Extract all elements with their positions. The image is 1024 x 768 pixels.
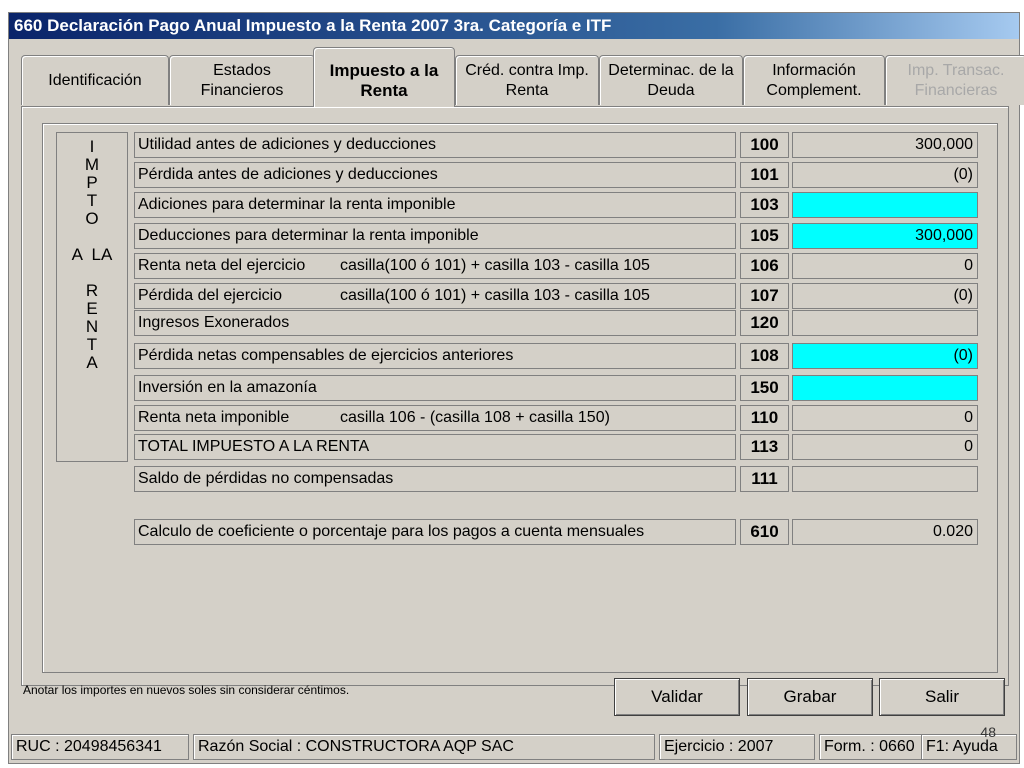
row-code: 113: [740, 434, 789, 460]
row-formula: casilla(100 ó 101) + casilla 103 - casil…: [340, 257, 650, 274]
row-label: Pérdida netas compensables de ejercicios…: [134, 343, 736, 369]
row-code: 120: [740, 310, 789, 336]
row-label-text: Pérdida del ejercicio: [138, 287, 283, 304]
tab-label: Información Complement.: [766, 62, 862, 99]
row-code: 105: [740, 223, 789, 249]
row-label: Saldo de pérdidas no compensadas: [134, 466, 736, 492]
tab-informacion-complement[interactable]: Información Complement.: [743, 55, 885, 105]
row-label: Renta neta imponible casilla 106 - (casil…: [134, 405, 736, 431]
grabar-button[interactable]: Grabar: [747, 678, 873, 716]
tab-label: Identificación: [48, 72, 142, 89]
row-label: TOTAL IMPUESTO A LA RENTA: [134, 434, 736, 460]
status-ejercicio: Ejercicio : 2007: [659, 734, 815, 760]
row-label: Utilidad antes de adiciones y deduccione…: [134, 132, 736, 158]
status-form: Form. : 0660: [819, 734, 923, 760]
tab-panel: I M P T O A LA R E N T A Utilidad antes …: [21, 106, 1009, 686]
side-label-impto-a-la-renta: I M P T O A LA R E N T A: [56, 132, 128, 462]
tab-label: Imp. Transac. Financieras: [907, 62, 1005, 99]
row-code: 101: [740, 162, 789, 188]
tab-determinac-deuda[interactable]: Determinac. de la Deuda: [599, 55, 743, 105]
row-label: Pérdida del ejercicio casilla(100 ó 101) …: [134, 283, 736, 309]
row-code: 107: [740, 283, 789, 309]
row-code: 108: [740, 343, 789, 369]
row-label-text: TOTAL IMPUESTO A LA RENTA: [138, 438, 370, 455]
row-label-text: Renta neta imponible: [138, 409, 290, 426]
value-field-120: [792, 310, 978, 336]
row-label-text: Ingresos Exonerados: [138, 314, 290, 331]
input-field-103[interactable]: [792, 192, 978, 218]
tab-label: Estados Financieros: [200, 62, 284, 99]
row-label-text: Renta neta del ejercicio: [138, 257, 306, 274]
row-label: Ingresos Exonerados: [134, 310, 736, 336]
row-code: 103: [740, 192, 789, 218]
value-field-101: (0): [792, 162, 978, 188]
row-label: Pérdida antes de adiciones y deducciones: [134, 162, 736, 188]
row-label: Inversión en la amazonía: [134, 375, 736, 401]
status-razon-social: Razón Social : CONSTRUCTORA AQP SAC: [193, 734, 655, 760]
tab-identificacion[interactable]: Identificación: [21, 55, 169, 105]
window-title: 660 Declaración Pago Anual Impuesto a la…: [9, 13, 1019, 39]
tab-label: Determinac. de la Deuda: [608, 62, 734, 99]
status-ruc: RUC : 20498456341: [11, 734, 189, 760]
row-label-text: Deducciones para determinar la renta imp…: [138, 227, 479, 244]
value-field-107: (0): [792, 283, 978, 309]
row-formula: casilla 106 - (casilla 108 + casilla 150…: [340, 409, 610, 426]
tab-cred-contra-imp[interactable]: Créd. contra Imp. Renta: [455, 55, 599, 105]
tab-imp-transac-financieras: Imp. Transac. Financieras: [885, 55, 1024, 105]
row-label: Renta neta del ejercicio casilla(100 ó 10…: [134, 253, 736, 279]
tab-impuesto-renta[interactable]: Impuesto a la Renta: [313, 47, 455, 107]
value-field-111: [792, 466, 978, 492]
row-label-text: Calculo de coeficiente o porcentaje para…: [138, 523, 645, 540]
status-help: F1: Ayuda: [921, 734, 1017, 760]
input-field-150[interactable]: [792, 375, 978, 401]
slide-number: 48: [980, 724, 996, 740]
row-label: Deducciones para determinar la renta imp…: [134, 223, 736, 249]
tab-strip: Identificación Estados Financieros Impue…: [21, 47, 1024, 107]
validar-button[interactable]: Validar: [614, 678, 740, 716]
tab-label: Impuesto a la Renta: [329, 61, 439, 100]
row-label-text: Pérdida netas compensables de ejercicios…: [138, 347, 514, 364]
salir-button[interactable]: Salir: [879, 678, 1005, 716]
row-label-text: Adiciones para determinar la renta impon…: [138, 196, 456, 213]
input-field-108[interactable]: (0): [792, 343, 978, 369]
row-label-text: Pérdida antes de adiciones y deducciones: [138, 166, 438, 183]
row-code: 111: [740, 466, 789, 492]
amount-note: Anotar los importes en nuevos soles sin …: [23, 683, 350, 697]
row-label: Adiciones para determinar la renta impon…: [134, 192, 736, 218]
row-code: 106: [740, 253, 789, 279]
row-label-text: Inversión en la amazonía: [138, 379, 317, 396]
row-label: Calculo de coeficiente o porcentaje para…: [134, 519, 736, 545]
tab-estados-financieros[interactable]: Estados Financieros: [169, 55, 315, 105]
value-field-100: 300,000: [792, 132, 978, 158]
input-field-105[interactable]: 300,000: [792, 223, 978, 249]
row-label-text: Utilidad antes de adiciones y deduccione…: [138, 136, 436, 153]
status-bar: RUC : 20498456341 Razón Social : CONSTRU…: [9, 731, 1019, 763]
value-field-610: 0.020: [792, 519, 978, 545]
row-code: 110: [740, 405, 789, 431]
row-code: 100: [740, 132, 789, 158]
side-label-text: I M P T O A LA R E N T A: [71, 137, 113, 372]
row-code: 150: [740, 375, 789, 401]
row-code: 610: [740, 519, 789, 545]
row-label-text: Saldo de pérdidas no compensadas: [138, 470, 394, 487]
row-formula: casilla(100 ó 101) + casilla 103 - casil…: [340, 287, 650, 304]
value-field-106: 0: [792, 253, 978, 279]
value-field-110: 0: [792, 405, 978, 431]
value-field-113: 0: [792, 434, 978, 460]
declaration-window: 660 Declaración Pago Anual Impuesto a la…: [8, 12, 1024, 764]
tab-label: Créd. contra Imp. Renta: [465, 62, 589, 99]
